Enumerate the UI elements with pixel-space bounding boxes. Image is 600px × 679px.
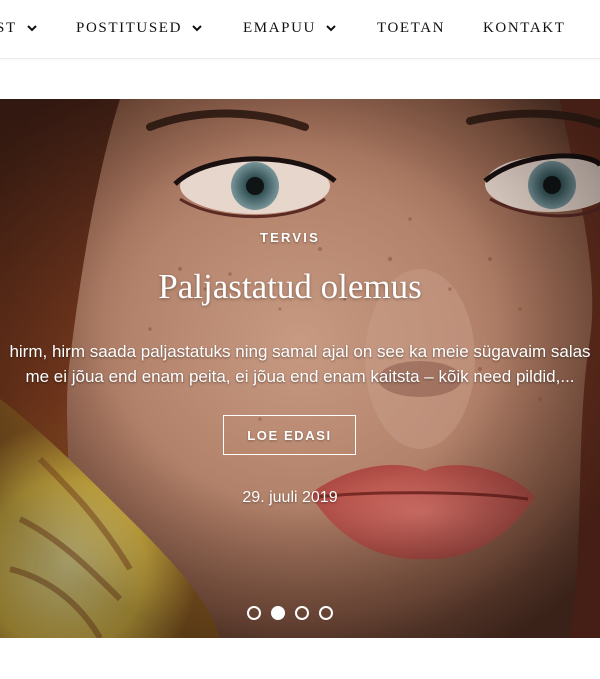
nav-item-kontakt[interactable]: KONTAKT bbox=[483, 0, 566, 56]
chevron-down-icon bbox=[325, 22, 337, 34]
slider-dot[interactable] bbox=[247, 606, 261, 620]
nav-item-postitused[interactable]: POSTITUSED bbox=[76, 0, 203, 56]
slide-date: 29. juuli 2019 bbox=[242, 489, 338, 506]
nav-item-label: POSTITUSED bbox=[76, 19, 183, 36]
nav-item-label: EMAPUU bbox=[243, 19, 316, 36]
nav-item-label: ST bbox=[0, 19, 17, 36]
slider-dot-active[interactable] bbox=[271, 606, 285, 620]
main-navigation: ST POSTITUSED EMAPUU TOETAN KONTAKT bbox=[0, 0, 600, 59]
slide-content: TERVIS Paljastatud olemus hirm, hirm saa… bbox=[0, 99, 600, 638]
slider-pagination bbox=[247, 606, 333, 620]
nav-item-st[interactable]: ST bbox=[0, 0, 38, 56]
slide-title[interactable]: Paljastatud olemus bbox=[0, 267, 580, 307]
nav-item-toetan[interactable]: TOETAN bbox=[377, 0, 445, 56]
nav-item-emapuu[interactable]: EMAPUU bbox=[243, 0, 337, 56]
chevron-down-icon bbox=[26, 22, 38, 34]
chevron-down-icon bbox=[191, 22, 203, 34]
slide-excerpt: hirm, hirm saada paljastatuks ning samal… bbox=[0, 339, 600, 389]
slide-category[interactable]: TERVIS bbox=[0, 230, 580, 245]
read-more-button[interactable]: LOE EDASI bbox=[223, 415, 356, 455]
slider-dot[interactable] bbox=[319, 606, 333, 620]
slider-dot[interactable] bbox=[295, 606, 309, 620]
nav-item-label: TOETAN bbox=[377, 19, 446, 36]
nav-item-label: KONTAKT bbox=[483, 19, 566, 36]
slide-excerpt-line: me ei jõua end enam peita, ei jõua end e… bbox=[25, 367, 575, 386]
slide-excerpt-line: hirm, hirm saada paljastatuks ning samal… bbox=[9, 342, 591, 361]
hero-slider: TERVIS Paljastatud olemus hirm, hirm saa… bbox=[0, 99, 600, 638]
